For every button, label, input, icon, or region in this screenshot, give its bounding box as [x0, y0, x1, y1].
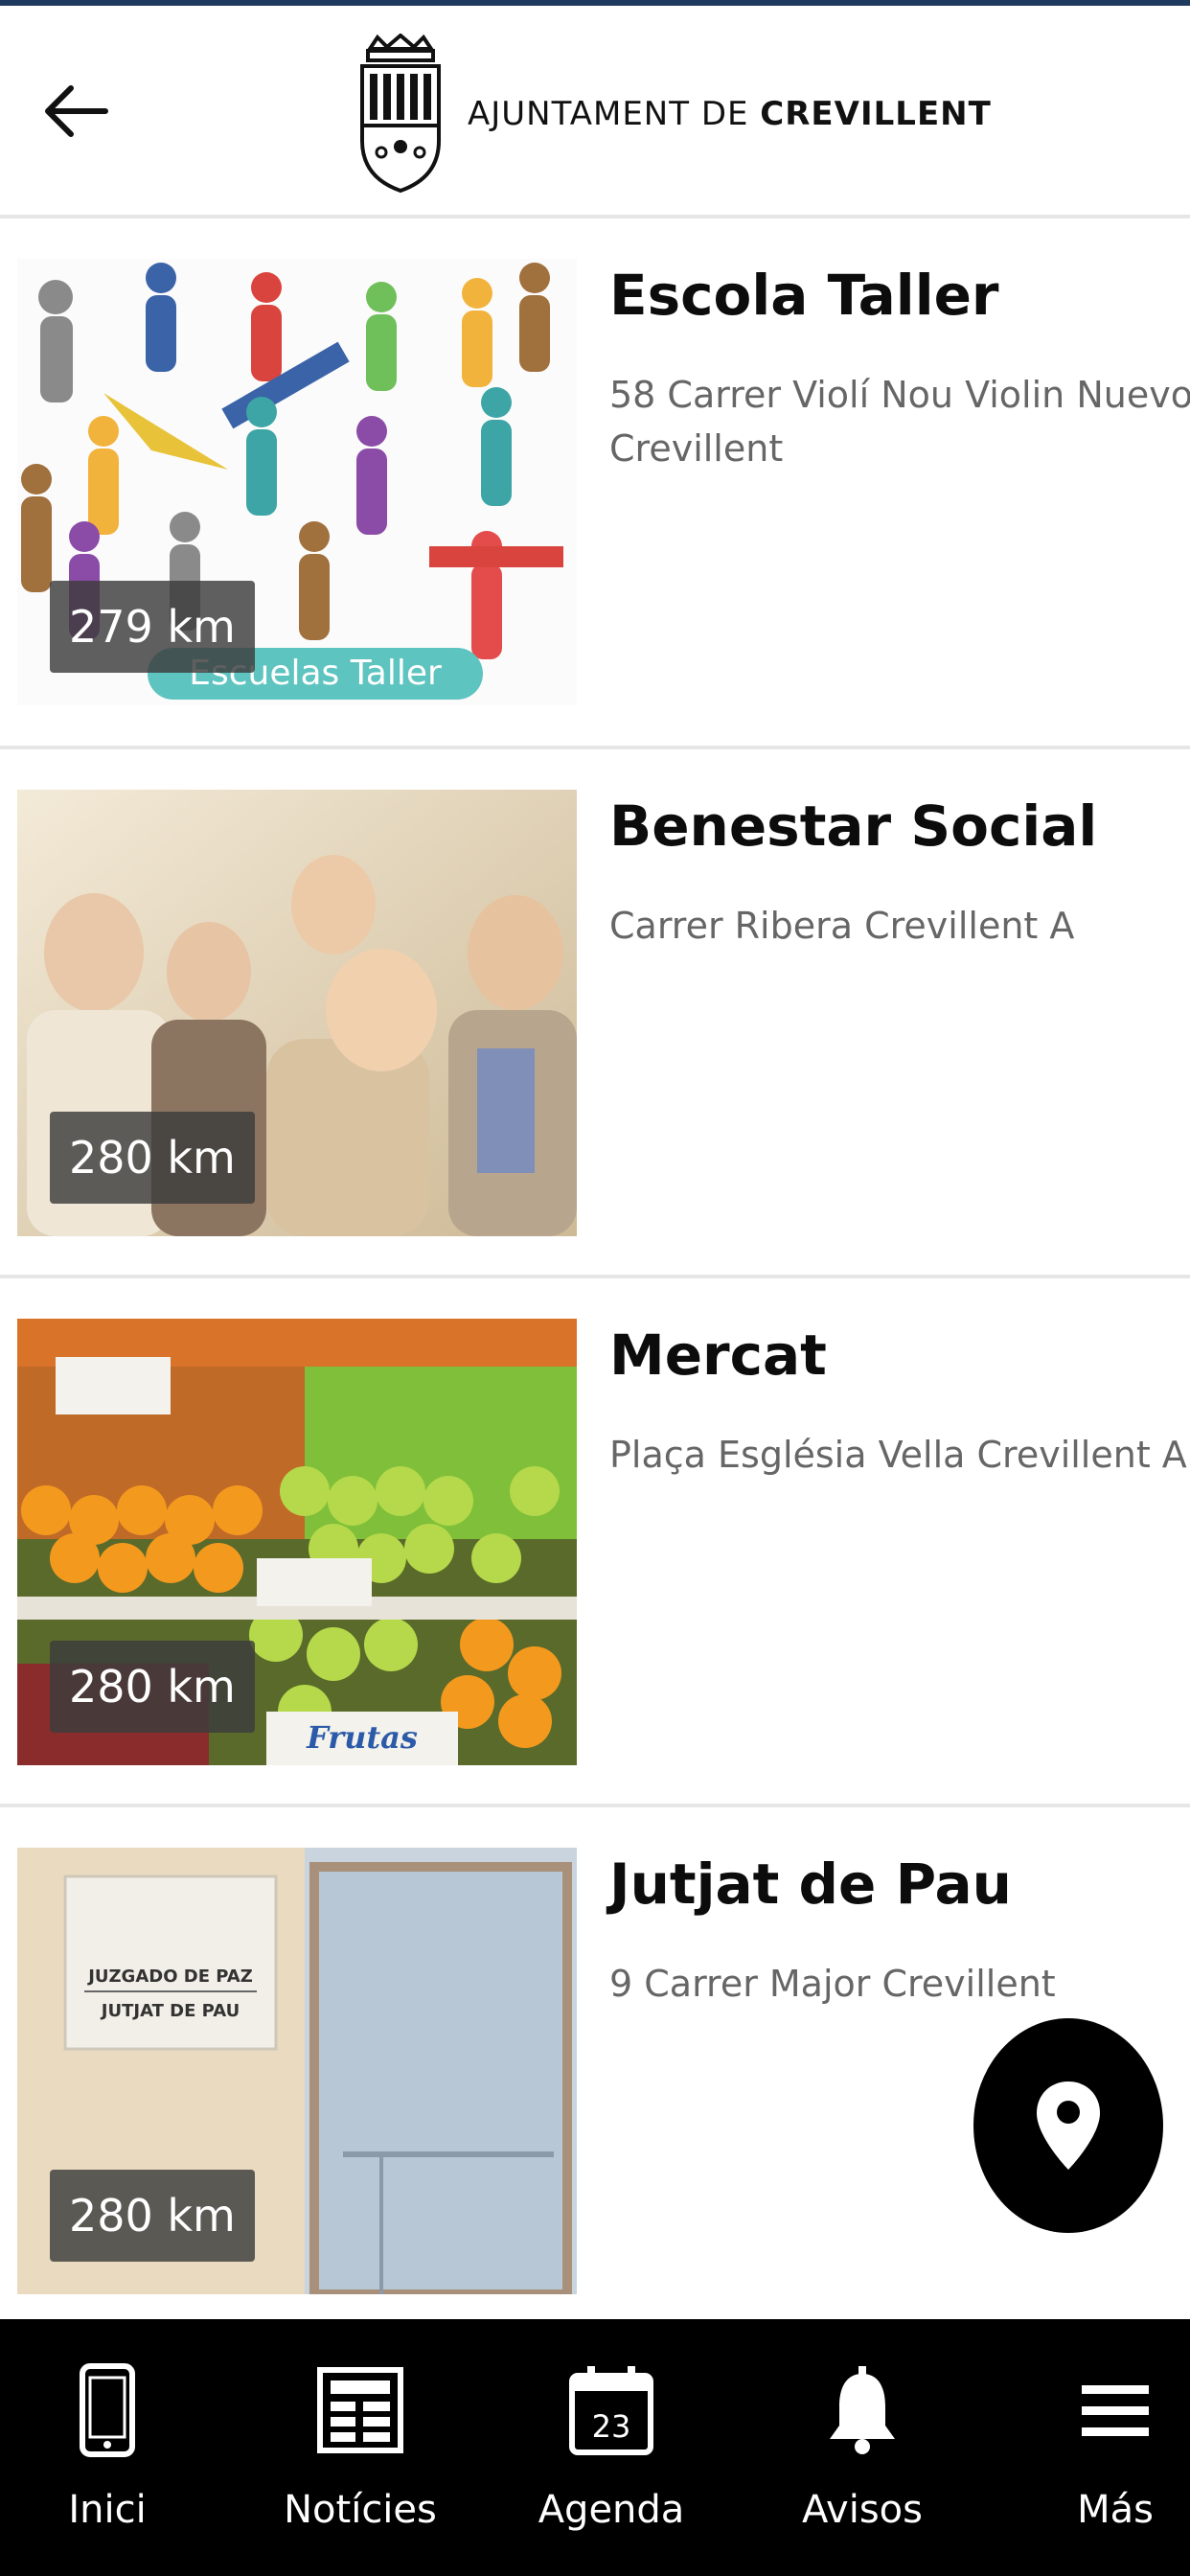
- newspaper-icon: [317, 2367, 403, 2453]
- app-header: AJUNTAMENT DE CREVILLENT: [0, 6, 1190, 215]
- distance-badge: 280 km: [50, 1641, 255, 1733]
- tab-label: Notícies: [284, 2488, 437, 2532]
- place-address: Carrer Ribera Crevillent A: [609, 899, 1190, 953]
- place-title: Benestar Social: [609, 794, 1098, 859]
- tab-label: Avisos: [802, 2488, 923, 2532]
- place-address-line2: Crevillent: [609, 427, 784, 470]
- tab-label: Más: [1077, 2488, 1154, 2532]
- place-image: JUZGADO DE PAZ JUTJAT DE PAU 280 km: [17, 1848, 577, 2294]
- app-logo: AJUNTAMENT DE CREVILLENT: [355, 33, 992, 196]
- image-caption-line1: JUZGADO DE PAZ: [86, 1966, 253, 1987]
- image-caption: Frutas: [306, 1719, 418, 1756]
- tab-agenda[interactable]: 23 Agenda: [506, 2319, 717, 2576]
- distance-badge: 279 km: [50, 581, 255, 673]
- distance-badge: 280 km: [50, 2170, 255, 2262]
- place-image: 280 km: [17, 790, 577, 1236]
- place-address: 9 Carrer Major Crevillent: [609, 1957, 1190, 2011]
- bottom-tab-bar: Inici Notícies 23 Agenda Avisos Más: [0, 2319, 1190, 2576]
- map-fab-button[interactable]: [973, 2018, 1163, 2233]
- place-title: Escola Taller: [609, 263, 999, 328]
- logo-text: AJUNTAMENT DE CREVILLENT: [468, 95, 992, 133]
- place-title: Mercat: [609, 1322, 827, 1388]
- distance-badge: 280 km: [50, 1112, 255, 1204]
- back-button[interactable]: [36, 71, 117, 151]
- tab-noticies[interactable]: Notícies: [255, 2319, 466, 2576]
- logo-text-light: AJUNTAMENT DE: [468, 95, 749, 133]
- place-address-line1: 58 Carrer Violí Nou Violin Nuevo: [609, 374, 1190, 416]
- tab-label: Inici: [68, 2488, 147, 2532]
- tab-avisos[interactable]: Avisos: [757, 2319, 968, 2576]
- place-title: Jutjat de Pau: [609, 1852, 1012, 1917]
- location-pin-icon: [1037, 2082, 1100, 2170]
- list-item[interactable]: 280 km Benestar Social Carrer Ribera Cre…: [0, 748, 1190, 1275]
- tab-label: Agenda: [538, 2488, 685, 2532]
- place-image: Escuelas Taller 279 km: [17, 259, 577, 705]
- image-caption-line2: JUTJAT DE PAU: [100, 2001, 240, 2021]
- place-address-line1: 9 Carrer Major Crevillent: [609, 1963, 1056, 2005]
- place-address: 58 Carrer Violí Nou Violin Nuevo Crevill…: [609, 368, 1190, 475]
- list-item[interactable]: Escuelas Taller 279 km Escola Taller 58 …: [0, 217, 1190, 744]
- place-address-line1: Plaça Església Vella Crevillent A: [609, 1434, 1187, 1476]
- arrow-left-icon: [45, 85, 108, 137]
- place-image: Frutas 280 km: [17, 1319, 577, 1765]
- bell-icon: [830, 2366, 895, 2454]
- list-item[interactable]: Frutas 280 km Mercat Plaça Església Vell…: [0, 1276, 1190, 1804]
- phone-icon: [80, 2363, 135, 2457]
- logo-text-bold: CREVILLENT: [760, 95, 992, 133]
- calendar-day: 23: [592, 2408, 631, 2445]
- calendar-icon: 23: [569, 2366, 653, 2455]
- place-address-line1: Carrer Ribera Crevillent A: [609, 905, 1075, 947]
- place-address: Plaça Església Vella Crevillent A: [609, 1428, 1190, 1482]
- menu-icon: [1082, 2385, 1149, 2436]
- tab-inici[interactable]: Inici: [2, 2319, 213, 2576]
- crest-icon: [360, 34, 441, 194]
- tab-mas[interactable]: Más: [1010, 2319, 1190, 2576]
